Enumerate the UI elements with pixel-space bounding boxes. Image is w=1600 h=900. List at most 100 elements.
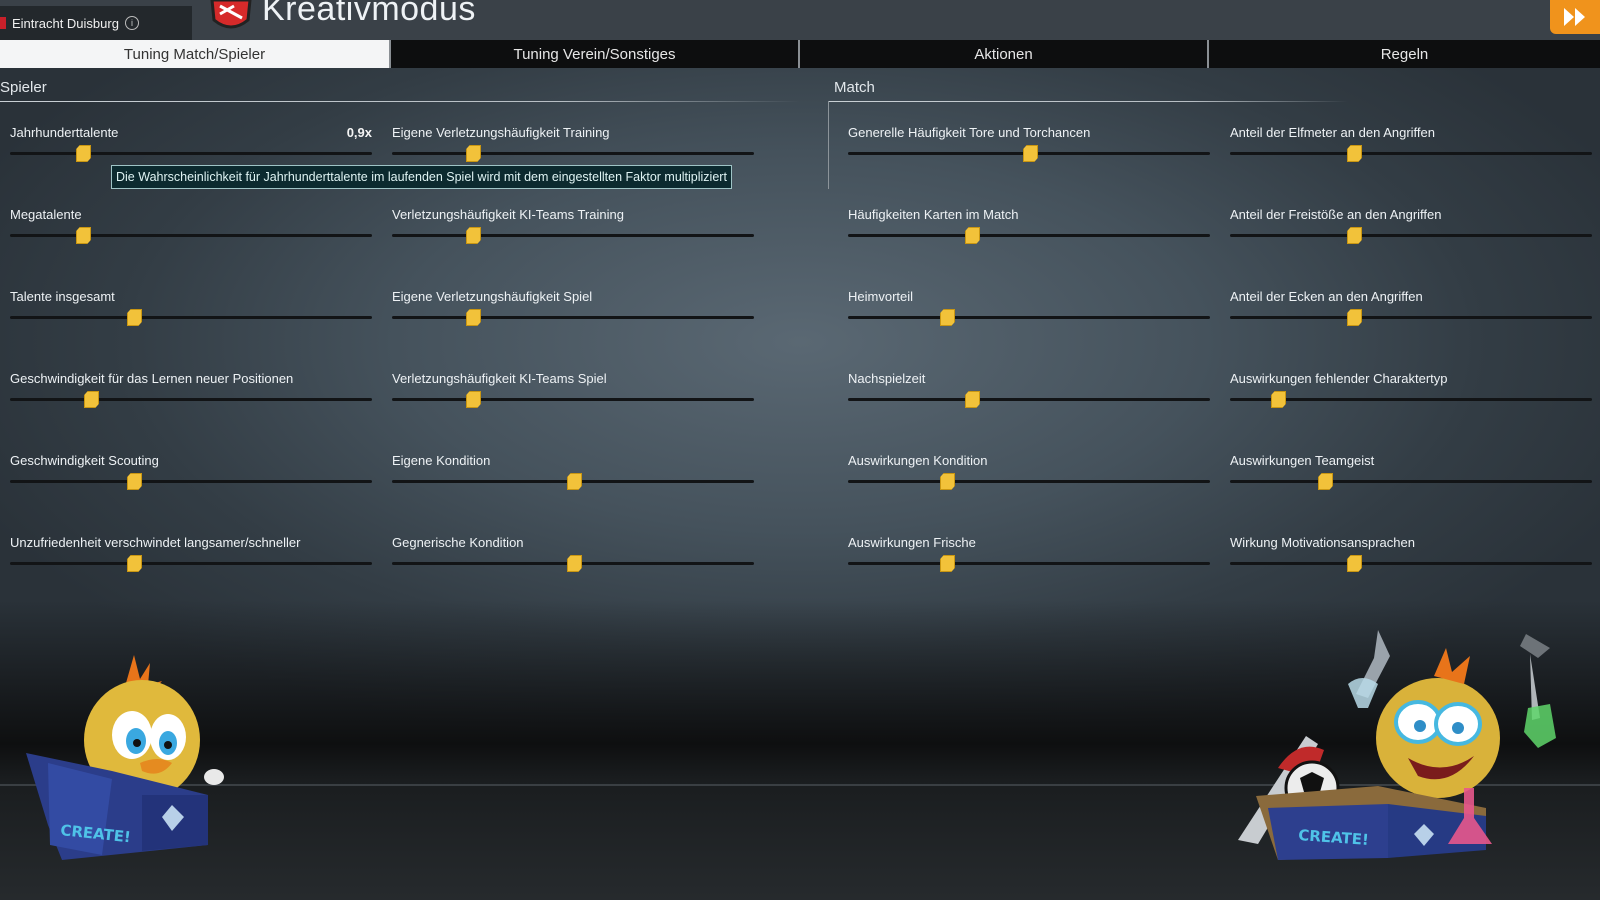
slider-thumb[interactable] [127,309,142,326]
slider-track[interactable] [392,234,754,237]
slider-track[interactable] [1230,562,1592,565]
slider-thumb[interactable] [84,391,99,408]
slider-col2-6[interactable]: Gegnerische Kondition [392,535,754,585]
slider-label: Jahrhunderttalente [10,125,119,140]
slider-track[interactable] [10,398,372,401]
slider-col1-4[interactable]: Geschwindigkeit für das Lernen neuer Pos… [10,371,372,421]
slider-thumb[interactable] [466,145,481,162]
slider-thumb[interactable] [466,309,481,326]
club-name: Eintracht Duisburg [12,15,119,31]
slider-col3-6[interactable]: Auswirkungen Frische [848,535,1210,585]
slider-col3-4[interactable]: Nachspielzeit [848,371,1210,421]
tooltip: Die Wahrscheinlichkeit für Jahrhundertta… [111,165,732,189]
slider-thumb[interactable] [567,555,582,572]
slider-col3-2[interactable]: Häufigkeiten Karten im Match [848,207,1210,257]
slider-label: Verletzungshäufigkeit KI-Teams Spiel [392,371,607,386]
slider-track[interactable] [848,562,1210,565]
slider-col2-4[interactable]: Verletzungshäufigkeit KI-Teams Spiel [392,371,754,421]
slider-label: Auswirkungen Kondition [848,453,988,468]
slider-col4-3[interactable]: Anteil der Ecken an den Angriffen [1230,289,1592,339]
slider-label: Geschwindigkeit Scouting [10,453,159,468]
slider-thumb[interactable] [1347,555,1362,572]
club-selector[interactable]: Eintracht Duisburg i [0,6,192,40]
slider-thumb[interactable] [76,145,91,162]
slider-thumb[interactable] [1271,391,1286,408]
tab-tuning-match-spieler[interactable]: Tuning Match/Spieler [0,40,391,68]
slider-col4-4[interactable]: Auswirkungen fehlender Charaktertyp [1230,371,1592,421]
slider-track[interactable] [848,398,1210,401]
slider-track[interactable] [848,234,1210,237]
slider-col1-6[interactable]: Unzufriedenheit verschwindet langsamer/s… [10,535,372,585]
slider-track[interactable] [1230,234,1592,237]
section-title-spieler: Spieler [0,79,47,96]
slider-thumb[interactable] [965,227,980,244]
slider-col4-6[interactable]: Wirkung Motivationsansprachen [1230,535,1592,585]
slider-thumb[interactable] [127,473,142,490]
slider-col1-3[interactable]: Talente insgesamt [10,289,372,339]
tab-aktionen[interactable]: Aktionen [800,40,1209,68]
slider-label: Auswirkungen Frische [848,535,976,550]
slider-label: Wirkung Motivationsansprachen [1230,535,1415,550]
section-divider-spieler [0,101,800,102]
fast-forward-icon [1564,8,1585,26]
slider-thumb[interactable] [127,555,142,572]
slider-label: Auswirkungen fehlender Charaktertyp [1230,371,1448,386]
page-title: Kreativmodus [262,0,476,28]
tab-regeln[interactable]: Regeln [1209,40,1600,68]
slider-track[interactable] [1230,316,1592,319]
slider-label: Anteil der Ecken an den Angriffen [1230,289,1423,304]
slider-label: Auswirkungen Teamgeist [1230,453,1375,468]
slider-col4-1[interactable]: Anteil der Elfmeter an den Angriffen [1230,125,1592,175]
slider-label: Eigene Verletzungshäufigkeit Training [392,125,610,140]
slider-thumb[interactable] [1318,473,1333,490]
info-icon[interactable]: i [124,16,139,30]
slider-col3-5[interactable]: Auswirkungen Kondition [848,453,1210,503]
section-divider-match [828,101,1348,102]
slider-thumb[interactable] [466,391,481,408]
slider-track[interactable] [1230,480,1592,483]
slider-col2-3[interactable]: Eigene Verletzungshäufigkeit Spiel [392,289,754,339]
slider-track[interactable] [10,234,372,237]
slider-col2-2[interactable]: Verletzungshäufigkeit KI-Teams Training [392,207,754,257]
slider-track[interactable] [1230,152,1592,155]
slider-col4-2[interactable]: Anteil der Freistöße an den Angriffen [1230,207,1592,257]
slider-thumb[interactable] [940,555,955,572]
slider-track[interactable] [392,316,754,319]
slider-track[interactable] [10,480,372,483]
slider-label: Anteil der Elfmeter an den Angriffen [1230,125,1435,140]
slider-label: Eigene Verletzungshäufigkeit Spiel [392,289,593,304]
slider-col3-3[interactable]: Heimvorteil [848,289,1210,339]
slider-track[interactable] [10,152,372,155]
slider-thumb[interactable] [965,391,980,408]
slider-thumb[interactable] [1347,145,1362,162]
slider-thumb[interactable] [1347,227,1362,244]
section-title-match: Match [834,79,875,96]
slider-track[interactable] [392,398,754,401]
slider-track[interactable] [848,480,1210,483]
slider-label: Nachspielzeit [848,371,926,386]
slider-thumb[interactable] [466,227,481,244]
slider-track[interactable] [10,562,372,565]
slider-label: Unzufriedenheit verschwindet langsamer/s… [10,535,301,550]
slider-track[interactable] [392,152,754,155]
slider-label: Generelle Häufigkeit Tore und Torchancen [848,125,1091,140]
slider-track[interactable] [848,316,1210,319]
slider-thumb[interactable] [567,473,582,490]
slider-thumb[interactable] [940,473,955,490]
slider-thumb[interactable] [1347,309,1362,326]
slider-thumb[interactable] [940,309,955,326]
slider-track[interactable] [10,316,372,319]
slider-col3-1[interactable]: Generelle Häufigkeit Tore und Torchancen [848,125,1210,175]
slider-col1-2[interactable]: Megatalente [10,207,372,257]
slider-label: Verletzungshäufigkeit KI-Teams Training [392,207,624,222]
slider-label: Anteil der Freistöße an den Angriffen [1230,207,1442,222]
slider-thumb[interactable] [1023,145,1038,162]
slider-col2-5[interactable]: Eigene Kondition [392,453,754,503]
slider-col4-5[interactable]: Auswirkungen Teamgeist [1230,453,1592,503]
fast-forward-button[interactable] [1550,0,1600,34]
tab-tuning-verein-sonstiges[interactable]: Tuning Verein/Sonstiges [391,40,800,68]
slider-col1-5[interactable]: Geschwindigkeit Scouting [10,453,372,503]
mascot-left-illustration: CREATE! [26,655,224,860]
slider-thumb[interactable] [76,227,91,244]
slider-label: Gegnerische Kondition [392,535,524,550]
